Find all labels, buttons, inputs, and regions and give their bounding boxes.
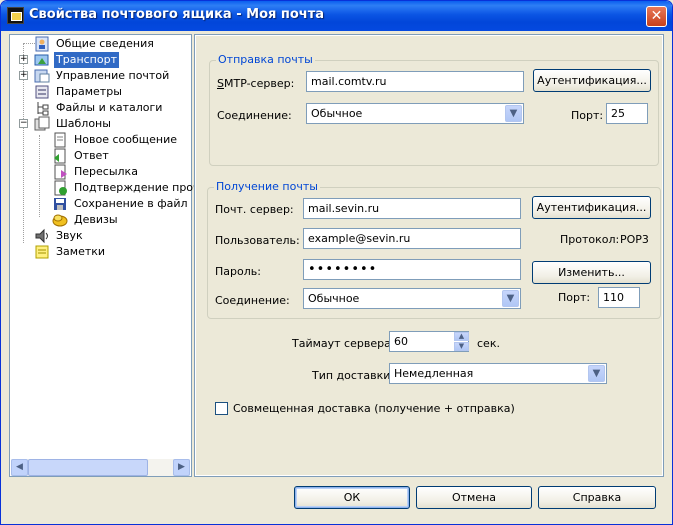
forward-icon	[52, 164, 68, 180]
new-message-icon	[52, 132, 68, 148]
close-icon: ✕	[650, 8, 663, 24]
notes-icon	[34, 244, 50, 260]
protocol-value: POP3	[620, 233, 649, 246]
combined-delivery-label[interactable]: Совмещенная доставка (получение + отправ…	[233, 402, 515, 415]
mail-management-icon	[34, 68, 50, 84]
tree-item-label: Звук	[56, 229, 83, 242]
read-receipt-icon	[52, 180, 68, 196]
chevron-down-icon[interactable]: ▼	[502, 290, 519, 307]
tree-item-label: Подтверждение прочт	[74, 181, 206, 194]
username-label: Пользователь:	[215, 234, 300, 247]
delivery-type-select[interactable]: Немедленная ▼	[389, 363, 607, 384]
spin-up-icon[interactable]: ▲	[454, 332, 469, 341]
tree-item-label: Ответ	[74, 149, 109, 162]
send-auth-button[interactable]: Аутентификация...	[533, 69, 651, 92]
dialog-body: Общие сведения + Транспорт + Управление …	[5, 31, 668, 522]
title-bar[interactable]: Свойства почтового ящика - Моя почта ✕	[1, 1, 672, 31]
expand-icon[interactable]: +	[19, 71, 28, 80]
collapse-icon[interactable]: −	[19, 119, 28, 128]
save-disk-icon	[52, 196, 68, 212]
tree-item-label: Новое сообщение	[74, 133, 178, 146]
chevron-down-icon[interactable]: ▼	[588, 365, 605, 382]
chevron-down-icon[interactable]: ▼	[505, 105, 522, 122]
receive-mail-legend: Получение почты	[214, 180, 320, 193]
username-input[interactable]: example@sevin.ru	[303, 228, 521, 249]
receive-auth-button[interactable]: Аутентификация...	[532, 196, 651, 219]
smtp-server-input[interactable]: mail.comtv.ru	[306, 71, 524, 92]
arrow-left-icon: ◀	[16, 462, 23, 472]
receive-port-input[interactable]: 110	[598, 287, 640, 308]
properties-dialog: Свойства почтового ящика - Моя почта ✕ О…	[0, 0, 673, 525]
password-input[interactable]: ••••••••	[303, 259, 521, 280]
receive-port-label: Порт:	[558, 291, 591, 304]
tree-item-label: Шаблоны	[56, 117, 111, 130]
smtp-server-label: SMTP-сервер:	[217, 77, 294, 90]
window-title: Свойства почтового ящика - Моя почта	[29, 7, 325, 22]
send-mail-legend: Отправка почты	[216, 53, 315, 66]
reply-icon	[52, 148, 68, 164]
tree-horizontal-scrollbar[interactable]: ◀ ▶	[11, 459, 190, 476]
tree-item-label: Файлы и каталоги	[56, 101, 163, 114]
protocol-label: Протокол:	[560, 233, 620, 246]
change-password-button[interactable]: Изменить...	[532, 261, 651, 284]
tree-item-label: Пересылка	[74, 165, 138, 178]
settings-tree[interactable]: Общие сведения + Транспорт + Управление …	[9, 34, 206, 477]
parameters-icon	[34, 84, 50, 100]
mail-server-input[interactable]: mail.sevin.ru	[303, 198, 521, 219]
send-port-label: Порт:	[571, 109, 604, 122]
delivery-type-label: Тип доставки:	[312, 369, 395, 382]
timeout-unit-label: сек.	[477, 337, 500, 350]
mottos-icon	[52, 212, 68, 228]
tree-item-label: Сохранение в файл	[74, 197, 188, 210]
receive-connection-select[interactable]: Обычное ▼	[303, 288, 521, 309]
transport-icon	[34, 52, 50, 68]
mailbox-app-icon	[7, 7, 24, 24]
transport-settings-panel: Отправка почты SMTP-сервер: mail.comtv.r…	[194, 34, 664, 477]
close-button[interactable]: ✕	[646, 6, 667, 27]
tree-item-label: Транспорт	[54, 52, 119, 68]
send-port-input[interactable]: 25	[606, 103, 648, 124]
send-connection-select[interactable]: Обычное ▼	[306, 103, 524, 124]
folder-tree-icon	[34, 100, 50, 116]
combined-delivery-checkbox[interactable]	[215, 402, 228, 415]
expand-icon[interactable]: +	[19, 55, 28, 64]
receive-connection-value: Обычное	[308, 292, 360, 305]
tree-item-label: Управление почтой	[56, 69, 170, 82]
tree-guide-line	[39, 135, 40, 217]
tree-item-label: Девизы	[74, 213, 118, 226]
help-button[interactable]: Справка	[538, 486, 656, 509]
smtp-label-text: MTP-сервер:	[223, 77, 295, 90]
delivery-type-value: Немедленная	[394, 367, 474, 380]
speaker-icon	[34, 228, 50, 244]
templates-icon	[34, 116, 50, 132]
scroll-right-button[interactable]: ▶	[173, 459, 190, 476]
ok-button[interactable]: ОК	[294, 486, 410, 509]
cancel-button[interactable]: Отмена	[416, 486, 532, 509]
scroll-left-button[interactable]: ◀	[11, 459, 28, 476]
mail-server-label: Почт. сервер:	[215, 203, 294, 216]
tree-item-label: Параметры	[56, 85, 122, 98]
spin-down-icon[interactable]: ▼	[454, 342, 469, 351]
server-timeout-label: Таймаут сервера:	[292, 337, 395, 350]
smtp-label-accelerator: S	[217, 77, 224, 90]
password-label: Пароль:	[215, 265, 261, 278]
tree-item-label: Общие сведения	[56, 37, 154, 50]
send-connection-label: Соединение:	[217, 109, 292, 122]
receive-connection-label: Соединение:	[215, 294, 290, 307]
send-connection-value: Обычное	[311, 107, 363, 120]
user-info-icon	[34, 36, 50, 52]
tree-item-label: Заметки	[56, 245, 106, 258]
arrow-right-icon: ▶	[178, 462, 185, 472]
scroll-thumb[interactable]	[28, 459, 148, 476]
